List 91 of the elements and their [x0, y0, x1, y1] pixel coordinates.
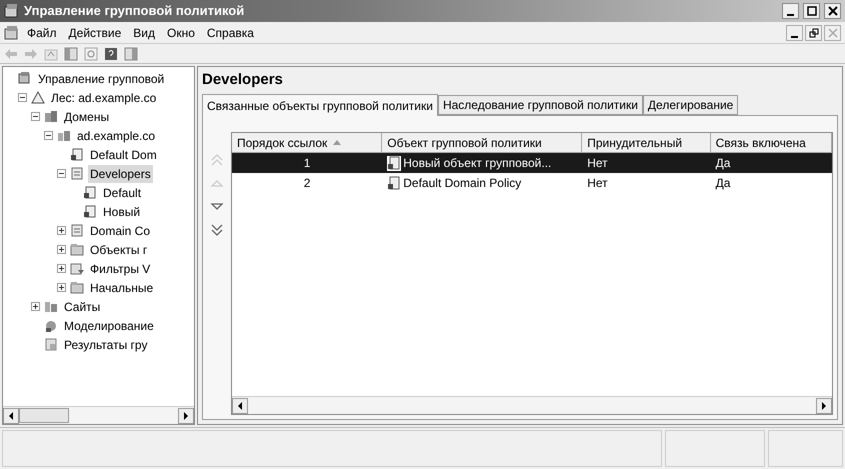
tree-pane-icon[interactable]	[64, 46, 78, 60]
folder-icon	[69, 280, 85, 296]
expand-icon[interactable]	[57, 283, 66, 292]
table-cell-text: Default Domain Policy	[403, 175, 522, 192]
horizontal-scrollbar[interactable]	[232, 396, 832, 414]
tree-item[interactable]: Default Dom	[88, 146, 159, 164]
menu-item[interactable]: Окно	[162, 24, 200, 42]
column-header[interactable]: Принудительный	[582, 133, 711, 153]
menu-item[interactable]: Вид	[128, 24, 160, 42]
triangle-icon	[30, 90, 46, 106]
restore-button[interactable]	[805, 24, 822, 40]
table-cell-text: 1	[304, 155, 310, 172]
scroll-left-button[interactable]	[3, 408, 19, 424]
tree-node-icon	[69, 166, 85, 182]
menu-item[interactable]: Справка	[202, 24, 259, 42]
menu-item[interactable]: Файл	[22, 24, 62, 42]
tree-item[interactable]: Моделирование	[62, 316, 156, 334]
table-cell-text: 2	[304, 175, 310, 192]
table-cell-text: Да	[716, 155, 730, 172]
console-icon	[4, 24, 20, 40]
tree-item[interactable]: Фильтры V	[88, 260, 152, 278]
double-down-arrow-icon	[210, 222, 224, 236]
collapse-icon[interactable]	[44, 131, 53, 140]
tab[interactable]: Делегирование	[642, 95, 738, 115]
folder-icon	[69, 242, 85, 258]
table-cell-text: Новый объект групповой...	[403, 155, 552, 172]
tree-item[interactable]: Developers	[88, 164, 153, 182]
minimize-button[interactable]	[782, 3, 799, 19]
right-arrow-icon	[821, 402, 827, 410]
table-row[interactable]: 1 Новый объект групповой... Нет Да	[232, 153, 832, 173]
tree-item[interactable]: Домены	[62, 108, 112, 126]
tree-node-icon	[82, 204, 98, 220]
policy-icon	[387, 156, 402, 170]
expand-icon[interactable]	[31, 302, 40, 311]
column-header[interactable]: Порядок ссылок	[232, 133, 382, 153]
collapse-icon[interactable]	[18, 93, 27, 102]
table-cell-text: Нет	[587, 175, 608, 192]
pane-title: Developers	[202, 70, 284, 90]
tab[interactable]: Связанные объекты групповой политики	[202, 94, 438, 116]
minimize-icon	[787, 14, 794, 16]
table-cell-text: Да	[716, 175, 730, 192]
minimize-icon	[791, 36, 798, 38]
scroll-left-button[interactable]	[232, 398, 248, 414]
tree-node-icon	[82, 184, 98, 200]
tree-node-icon	[69, 222, 85, 238]
minimize-button[interactable]	[786, 24, 803, 40]
left-arrow-icon	[237, 402, 243, 410]
collapse-icon[interactable]	[57, 169, 66, 178]
maximize-icon	[806, 6, 816, 16]
app-icon	[4, 3, 20, 19]
action-pane-icon[interactable]	[124, 46, 138, 60]
table-row[interactable]: 2 Default Domain Policy Нет Да	[232, 173, 832, 193]
column-header[interactable]: Связь включена	[710, 133, 832, 153]
right-arrow-icon	[183, 412, 189, 420]
refresh-icon[interactable]	[84, 46, 98, 60]
tree-item[interactable]: Новый	[101, 202, 142, 220]
tree-item[interactable]: ad.example.co	[75, 126, 158, 144]
restore-icon	[808, 28, 818, 38]
tree-node-icon	[43, 336, 59, 352]
horizontal-scrollbar[interactable]	[3, 406, 194, 424]
tree-item[interactable]: Начальные	[88, 278, 156, 296]
menu-item[interactable]: Действие	[64, 24, 126, 42]
tab[interactable]: Наследование групповой политики	[438, 95, 643, 115]
table-cell-text: Нет	[587, 155, 608, 172]
tree-node-icon	[69, 146, 85, 162]
expand-icon[interactable]	[57, 226, 66, 235]
tree-item[interactable]: Domain Co	[88, 222, 152, 240]
expand-icon[interactable]	[57, 245, 66, 254]
tree-node-icon	[69, 260, 85, 276]
tree-item[interactable]: Управление групповой	[36, 70, 166, 88]
scroll-thumb[interactable]	[19, 408, 69, 423]
left-arrow-icon	[8, 412, 14, 420]
maximize-button[interactable]	[803, 3, 820, 19]
close-icon	[828, 28, 838, 38]
tree-item[interactable]: Объекты г	[88, 240, 150, 258]
close-button[interactable]	[824, 3, 841, 19]
expand-icon[interactable]	[57, 264, 66, 273]
close-icon	[828, 6, 838, 16]
tree-item[interactable]: Результаты гру	[62, 336, 150, 354]
help-icon[interactable]	[104, 46, 118, 60]
window-title: Управление групповой политикой	[24, 2, 244, 20]
policy-icon	[387, 176, 402, 190]
tree-item[interactable]: Default	[101, 184, 144, 202]
scroll-right-button[interactable]	[816, 398, 832, 414]
column-header[interactable]: Объект групповой политики	[382, 133, 582, 153]
collapse-icon[interactable]	[31, 112, 40, 121]
double-up-arrow-icon	[210, 154, 224, 166]
tree-item[interactable]: Сайты	[62, 298, 102, 316]
tree-item[interactable]: Лес: ad.example.co	[49, 88, 158, 106]
scroll-right-button[interactable]	[178, 408, 194, 424]
tree-node-icon	[43, 108, 59, 124]
